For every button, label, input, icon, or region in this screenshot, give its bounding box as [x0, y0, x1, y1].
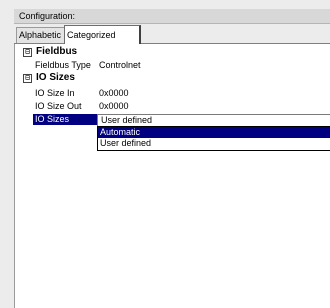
property-value[interactable]: Controlnet [99, 59, 141, 71]
property-value-text: 0x0000 [99, 101, 129, 111]
dropdown-option-user-defined[interactable]: User defined [98, 138, 330, 149]
collapse-icon[interactable]: ⊟ [23, 74, 32, 83]
configuration-title: Configuration: [19, 11, 76, 21]
property-value[interactable]: 0x0000 [99, 87, 129, 99]
property-name: IO Sizes [35, 114, 70, 124]
collapse-icon[interactable]: ⊟ [23, 48, 32, 57]
property-row[interactable]: Fieldbus Type [35, 59, 91, 71]
category-label: Fieldbus [36, 46, 78, 57]
property-value[interactable]: 0x0000 [99, 100, 129, 112]
tab-strip: Alphabetic Categorized [14, 24, 330, 44]
category-label: IO Sizes [36, 72, 75, 83]
tab-categorized[interactable]: Categorized [64, 25, 141, 44]
tab-alphabetic[interactable]: Alphabetic [16, 27, 68, 43]
property-row-selected[interactable]: IO Sizes [33, 114, 97, 125]
property-row[interactable]: IO Size Out [35, 100, 82, 112]
dropdown-value: User defined [101, 115, 153, 125]
property-value-text: 0x0000 [99, 88, 129, 98]
dropdown-list: Automatic User defined [97, 126, 330, 151]
property-name: IO Size Out [35, 101, 82, 111]
dropdown-option-automatic[interactable]: Automatic [98, 127, 330, 138]
configuration-header: Configuration: [14, 9, 330, 24]
property-value-text: Controlnet [99, 60, 141, 70]
property-grid: ⊟ Fieldbus Fieldbus Type Controlnet ⊟ IO… [14, 44, 330, 308]
property-name: IO Size In [35, 88, 75, 98]
property-row[interactable]: IO Size In [35, 87, 75, 99]
property-name: Fieldbus Type [35, 60, 91, 70]
